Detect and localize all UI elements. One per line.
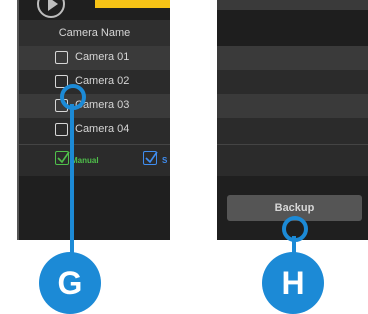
active-tab-indicator [95, 0, 170, 8]
second-mode-label: S [162, 156, 168, 165]
camera-checkbox[interactable] [55, 51, 68, 64]
camera-name-header: Camera Name [19, 20, 170, 46]
top-toolbar [19, 0, 170, 20]
panel-strip [217, 10, 368, 46]
camera-panel: Camera Name Camera 01 Camera 02 Camera 0… [17, 0, 170, 240]
camera-checkbox[interactable] [55, 123, 68, 136]
manual-checkbox[interactable] [55, 151, 70, 165]
callout-g-badge: G [39, 252, 101, 314]
panel-strip [217, 46, 368, 70]
callout-h-ring [282, 216, 308, 242]
manual-label: Manual [71, 156, 99, 165]
camera-row[interactable]: Camera 02 [19, 70, 170, 94]
panel-strip [217, 118, 368, 144]
camera-row[interactable]: Camera 01 [19, 46, 170, 70]
check-icon [57, 151, 70, 164]
panel-strip [217, 94, 368, 118]
callout-g-line [70, 104, 74, 264]
panel-strip [217, 144, 368, 175]
play-icon[interactable] [37, 0, 65, 18]
camera-label: Camera 02 [75, 75, 130, 87]
camera-label: Camera 04 [75, 123, 130, 135]
backup-panel: Backup [217, 0, 368, 240]
panel-footer [19, 176, 170, 240]
second-mode-checkbox[interactable] [143, 151, 158, 165]
camera-row[interactable]: Camera 03 [19, 94, 170, 118]
recording-mode-row: Manual S [19, 144, 170, 175]
check-icon [145, 151, 158, 164]
camera-row[interactable]: Camera 04 [19, 118, 170, 142]
panel-strip [217, 70, 368, 94]
callout-h-badge: H [262, 252, 324, 314]
callout-g-ring [60, 84, 86, 110]
panel-strip [217, 0, 368, 10]
camera-label: Camera 01 [75, 51, 130, 63]
